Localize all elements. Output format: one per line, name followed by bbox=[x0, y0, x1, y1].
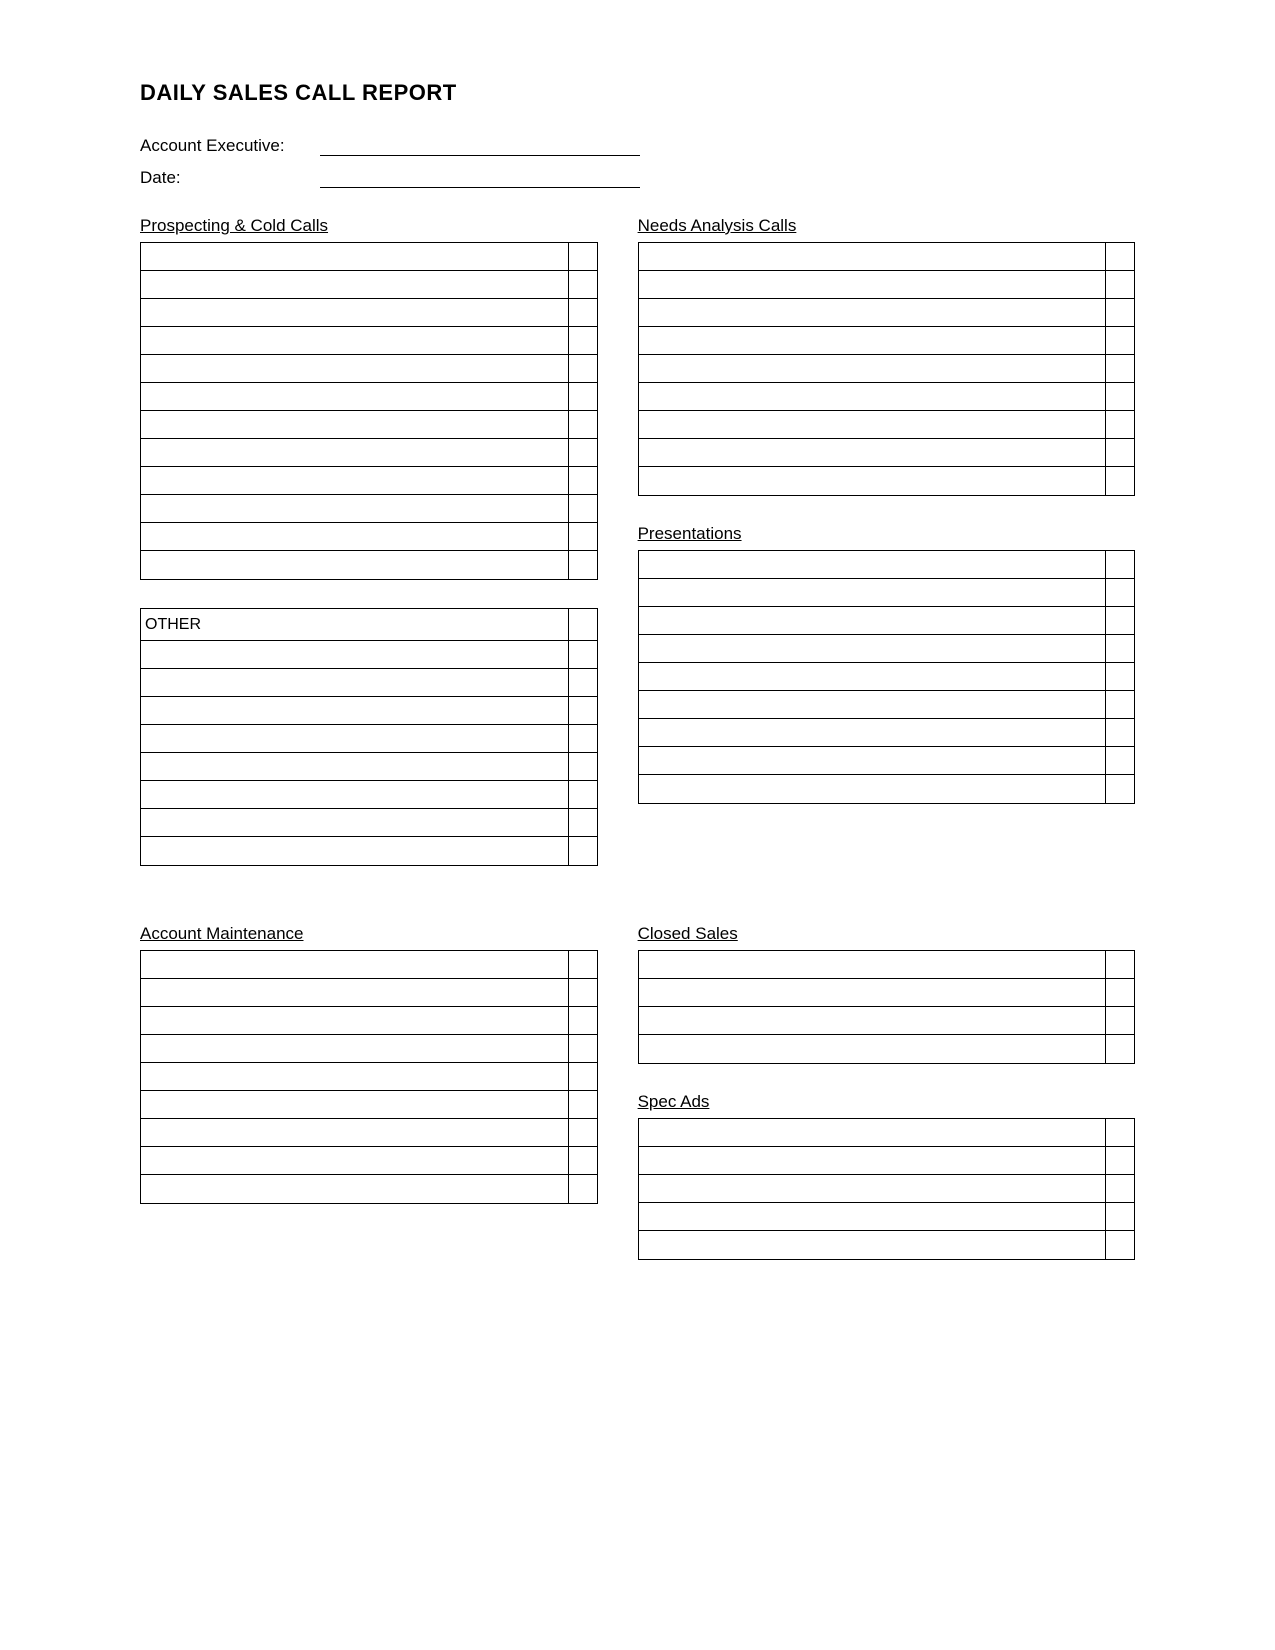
other-header-row: OTHER bbox=[141, 609, 597, 641]
closed-sales-section: Closed Sales bbox=[638, 924, 1135, 1064]
table-row[interactable] bbox=[141, 495, 597, 523]
table-row[interactable] bbox=[141, 641, 597, 669]
table-row[interactable] bbox=[639, 439, 1134, 467]
table-row[interactable] bbox=[639, 551, 1134, 579]
table-row[interactable] bbox=[639, 355, 1134, 383]
right-column: Needs Analysis Calls Presentations bbox=[618, 216, 1135, 894]
table-row[interactable] bbox=[141, 271, 597, 299]
table-row[interactable] bbox=[141, 327, 597, 355]
table-row[interactable] bbox=[141, 669, 597, 697]
main-sections: Prospecting & Cold Calls OTHER bbox=[140, 216, 1135, 894]
table-row[interactable] bbox=[141, 809, 597, 837]
prospecting-title: Prospecting & Cold Calls bbox=[140, 216, 598, 236]
table-row[interactable] bbox=[141, 697, 597, 725]
other-section: OTHER bbox=[140, 608, 598, 866]
table-row[interactable] bbox=[141, 299, 597, 327]
other-title: OTHER bbox=[141, 609, 569, 640]
spec-ads-rows bbox=[638, 1118, 1135, 1260]
header-fields: Account Executive: Date: bbox=[140, 134, 1135, 188]
other-rows: OTHER bbox=[140, 608, 598, 866]
prospecting-rows bbox=[140, 242, 598, 580]
table-row[interactable] bbox=[639, 1175, 1134, 1203]
table-row[interactable] bbox=[141, 979, 597, 1007]
table-row[interactable] bbox=[639, 1147, 1134, 1175]
left-column: Prospecting & Cold Calls OTHER bbox=[140, 216, 618, 894]
account-executive-input-line[interactable] bbox=[320, 134, 640, 156]
table-row[interactable] bbox=[141, 1091, 597, 1119]
table-row[interactable] bbox=[639, 775, 1134, 803]
account-maintenance-rows bbox=[140, 950, 598, 1204]
table-row[interactable] bbox=[639, 579, 1134, 607]
table-row[interactable] bbox=[639, 467, 1134, 495]
table-row[interactable] bbox=[639, 607, 1134, 635]
account-maintenance-title: Account Maintenance bbox=[140, 924, 598, 944]
presentations-section: Presentations bbox=[638, 524, 1135, 804]
table-row[interactable] bbox=[141, 243, 597, 271]
closed-sales-rows bbox=[638, 950, 1135, 1064]
bottom-left-column: Account Maintenance bbox=[140, 924, 618, 1288]
table-row[interactable] bbox=[639, 327, 1134, 355]
needs-analysis-section: Needs Analysis Calls bbox=[638, 216, 1135, 496]
spec-ads-section: Spec Ads bbox=[638, 1092, 1135, 1260]
table-row[interactable] bbox=[639, 1231, 1134, 1259]
table-row[interactable] bbox=[141, 1147, 597, 1175]
table-row[interactable] bbox=[639, 271, 1134, 299]
table-row[interactable] bbox=[141, 551, 597, 579]
table-row[interactable] bbox=[141, 383, 597, 411]
closed-sales-title: Closed Sales bbox=[638, 924, 1135, 944]
table-row[interactable] bbox=[141, 1063, 597, 1091]
date-field: Date: bbox=[140, 166, 1135, 188]
bottom-right-column: Closed Sales Spec Ads bbox=[618, 924, 1135, 1288]
table-row[interactable] bbox=[639, 979, 1134, 1007]
bottom-sections: Account Maintenance Closed Sales bbox=[140, 924, 1135, 1288]
date-input-line[interactable] bbox=[320, 166, 640, 188]
table-row[interactable] bbox=[639, 1035, 1134, 1063]
table-row[interactable] bbox=[141, 1035, 597, 1063]
table-row[interactable] bbox=[141, 1175, 597, 1203]
needs-analysis-rows bbox=[638, 242, 1135, 496]
account-executive-label: Account Executive: bbox=[140, 136, 320, 156]
table-row[interactable] bbox=[639, 383, 1134, 411]
account-maintenance-section: Account Maintenance bbox=[140, 924, 598, 1204]
table-row[interactable] bbox=[639, 411, 1134, 439]
table-row[interactable] bbox=[141, 1119, 597, 1147]
table-row[interactable] bbox=[141, 781, 597, 809]
table-row[interactable] bbox=[141, 725, 597, 753]
presentations-title: Presentations bbox=[638, 524, 1135, 544]
table-row[interactable] bbox=[639, 1119, 1134, 1147]
table-row[interactable] bbox=[639, 719, 1134, 747]
spec-ads-title: Spec Ads bbox=[638, 1092, 1135, 1112]
table-row[interactable] bbox=[639, 299, 1134, 327]
needs-analysis-title: Needs Analysis Calls bbox=[638, 216, 1135, 236]
table-row[interactable] bbox=[141, 1007, 597, 1035]
date-label: Date: bbox=[140, 168, 320, 188]
table-row[interactable] bbox=[639, 635, 1134, 663]
table-row[interactable] bbox=[141, 523, 597, 551]
table-row[interactable] bbox=[141, 411, 597, 439]
prospecting-section: Prospecting & Cold Calls bbox=[140, 216, 598, 580]
table-row[interactable] bbox=[639, 1203, 1134, 1231]
table-row[interactable] bbox=[141, 355, 597, 383]
table-row[interactable] bbox=[639, 1007, 1134, 1035]
account-executive-field: Account Executive: bbox=[140, 134, 1135, 156]
table-row[interactable] bbox=[639, 691, 1134, 719]
table-row[interactable] bbox=[639, 243, 1134, 271]
presentations-rows bbox=[638, 550, 1135, 804]
table-row[interactable] bbox=[141, 753, 597, 781]
table-row[interactable] bbox=[639, 951, 1134, 979]
report-title: DAILY SALES CALL REPORT bbox=[140, 80, 1135, 106]
table-row[interactable] bbox=[141, 467, 597, 495]
table-row[interactable] bbox=[639, 747, 1134, 775]
table-row[interactable] bbox=[141, 439, 597, 467]
table-row[interactable] bbox=[141, 837, 597, 865]
table-row[interactable] bbox=[141, 951, 597, 979]
table-row[interactable] bbox=[639, 663, 1134, 691]
